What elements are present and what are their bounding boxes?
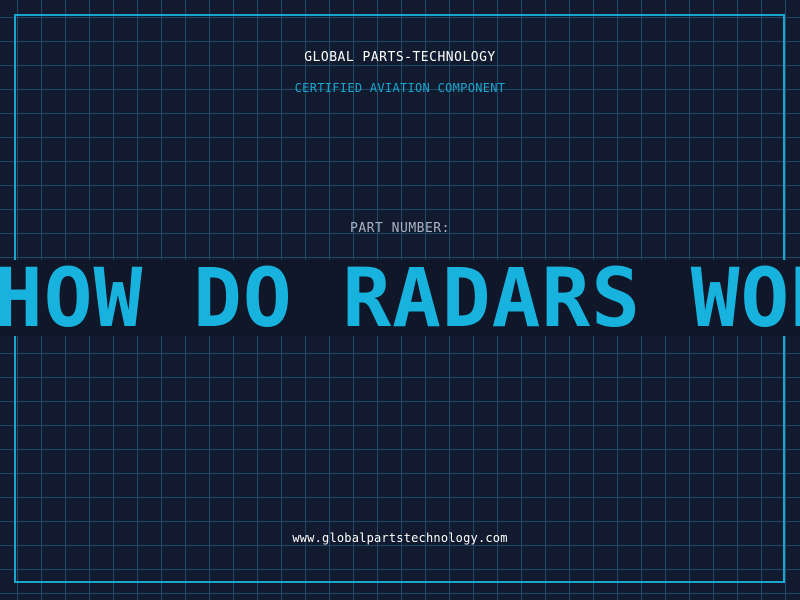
website-url: www.globalpartstechnology.com: [292, 531, 508, 545]
part-number-value: HOW DO RADARS WORK: [0, 259, 800, 339]
brand-title: GLOBAL PARTS-TECHNOLOGY: [304, 50, 496, 65]
part-number-label: PART NUMBER:: [350, 221, 450, 236]
certification-tagline: CERTIFIED AVIATION COMPONENT: [294, 81, 506, 95]
